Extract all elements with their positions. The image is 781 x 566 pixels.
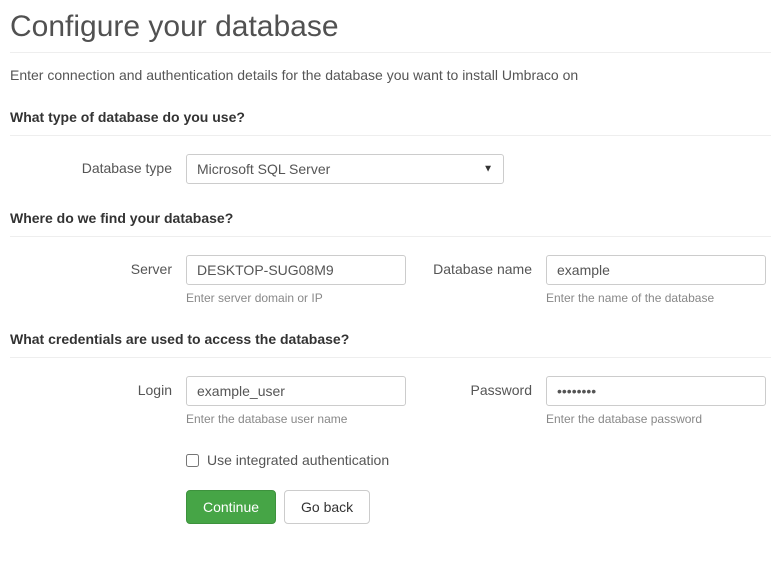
continue-button[interactable]: Continue: [186, 490, 276, 524]
section-heading-db-type: What type of database do you use?: [10, 109, 771, 136]
label-password: Password: [406, 376, 546, 398]
login-help-text: Enter the database user name: [186, 412, 406, 426]
database-name-help-text: Enter the name of the database: [546, 291, 766, 305]
section-heading-db-location: Where do we find your database?: [10, 210, 771, 237]
label-server: Server: [10, 255, 186, 277]
page-lead: Enter connection and authentication deta…: [10, 67, 771, 83]
label-database-name: Database name: [406, 255, 546, 277]
page-title: Configure your database: [10, 10, 771, 53]
database-type-selected-value: Microsoft SQL Server: [197, 161, 330, 177]
password-input[interactable]: [546, 376, 766, 406]
label-login: Login: [10, 376, 186, 398]
server-input[interactable]: [186, 255, 406, 285]
database-name-input[interactable]: [546, 255, 766, 285]
password-help-text: Enter the database password: [546, 412, 766, 426]
database-type-select[interactable]: Microsoft SQL Server ▼: [186, 154, 504, 184]
integrated-auth-label[interactable]: Use integrated authentication: [207, 452, 389, 468]
server-help-text: Enter server domain or IP: [186, 291, 406, 305]
chevron-down-icon: ▼: [483, 164, 493, 175]
integrated-auth-checkbox[interactable]: [186, 454, 199, 467]
go-back-button[interactable]: Go back: [284, 490, 370, 524]
section-heading-credentials: What credentials are used to access the …: [10, 331, 771, 358]
label-database-type: Database type: [10, 154, 186, 176]
login-input[interactable]: [186, 376, 406, 406]
